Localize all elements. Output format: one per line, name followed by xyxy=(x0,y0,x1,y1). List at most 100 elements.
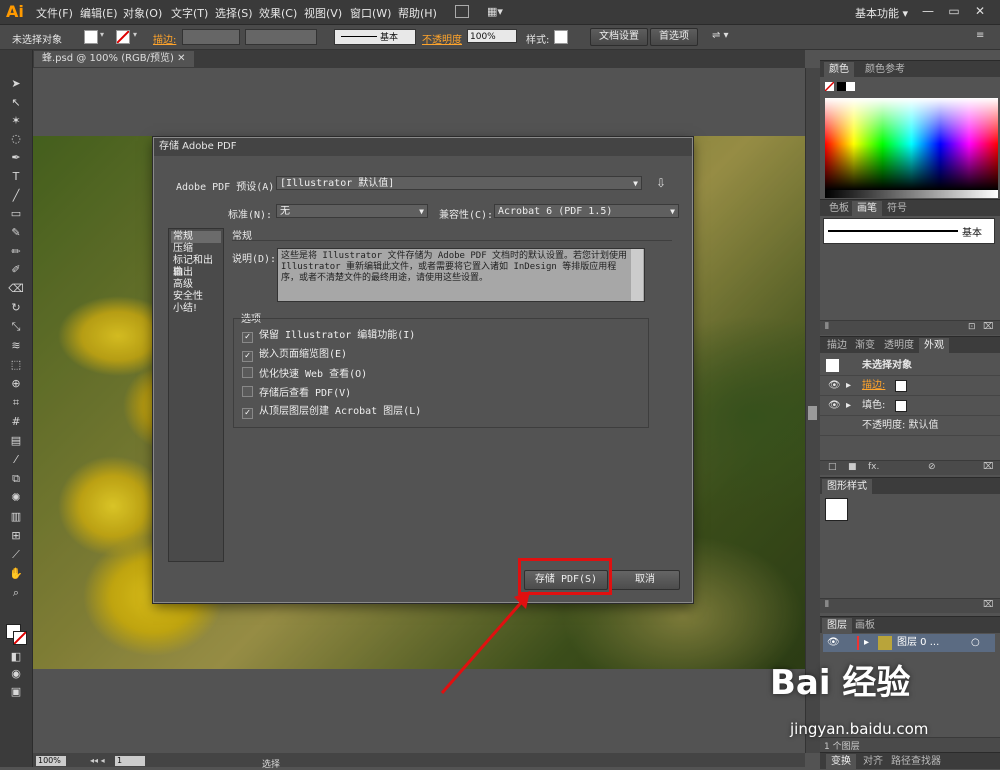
option-preserve-editing[interactable]: ✓ 保留 Illustrator 编辑功能(I) xyxy=(242,329,415,343)
menu-edit[interactable]: 编辑(E) xyxy=(80,5,118,21)
panel-menu-icon[interactable]: ≡ xyxy=(976,30,984,41)
arrange-icon[interactable]: ⇌ ▾ xyxy=(712,30,729,41)
none-swatch-icon[interactable] xyxy=(825,82,834,91)
hand-icon[interactable]: ✋ xyxy=(8,567,24,581)
document-tab[interactable]: 蜂.psd @ 100% (RGB/预览) ✕ xyxy=(34,51,194,67)
screen-mode-icon[interactable]: ▣ xyxy=(8,685,24,699)
symbol-sprayer-icon[interactable]: ✺ xyxy=(8,491,24,505)
blend-icon[interactable]: ⧉ xyxy=(8,472,24,486)
selection-tool-icon[interactable]: ➤ xyxy=(8,77,24,91)
eye-icon[interactable]: 👁 xyxy=(828,396,841,415)
description-scrollbar[interactable] xyxy=(631,249,643,301)
rectangle-tool-icon[interactable]: ▭ xyxy=(8,207,24,221)
fill-row-label[interactable]: 填色: xyxy=(862,396,885,415)
tab-color-guide[interactable]: 颜色参考 xyxy=(860,62,910,77)
color-spectrum[interactable] xyxy=(825,98,998,190)
nav-output[interactable]: 输出 xyxy=(171,267,221,279)
opacity-field[interactable]: 100% xyxy=(467,29,517,43)
preferences-button[interactable]: 首选项 xyxy=(650,28,698,46)
menu-object[interactable]: 对象(O) xyxy=(123,5,162,21)
chevron-right-icon[interactable]: ▸ xyxy=(864,634,869,652)
nav-security[interactable]: 安全性 xyxy=(171,291,221,303)
option-view-after-save[interactable]: 存储后查看 PDF(V) xyxy=(242,386,351,400)
restore-icon[interactable]: ▭ xyxy=(942,2,966,20)
nav-marks-bleeds[interactable]: 标记和出血 xyxy=(171,255,221,278)
close-icon[interactable]: ✕ xyxy=(968,2,992,20)
artboard-number-field[interactable]: 1 xyxy=(115,756,145,766)
perspective-grid-icon[interactable]: ⌗ xyxy=(8,396,24,410)
line-tool-icon[interactable]: ╱ xyxy=(8,189,24,203)
appearance-stroke-row[interactable]: 👁 ▸ 描边: xyxy=(820,376,1000,396)
add-stroke-icon[interactable]: □ xyxy=(828,462,837,472)
tab-gradient[interactable]: 渐变 xyxy=(850,338,880,353)
zoom-field[interactable]: 100% xyxy=(36,756,66,766)
black-swatch[interactable] xyxy=(837,82,846,91)
tab-graphic-styles[interactable]: 图形样式 xyxy=(822,479,872,494)
fill-swatch[interactable] xyxy=(895,400,907,412)
brush-item[interactable]: 基本 xyxy=(823,218,995,244)
checkbox-checked[interactable]: ✓ xyxy=(242,332,253,343)
fill-swatch[interactable] xyxy=(84,30,98,44)
shape-builder-icon[interactable]: ⊕ xyxy=(8,377,24,391)
opacity-label[interactable]: 不透明度 xyxy=(422,31,462,46)
slice-icon[interactable]: ⟋ xyxy=(8,548,24,562)
rotate-icon[interactable]: ↻ xyxy=(8,301,24,315)
default-style-swatch[interactable] xyxy=(825,498,848,521)
tab-artboards[interactable]: 画板 xyxy=(850,618,880,633)
menu-window[interactable]: 窗口(W) xyxy=(350,5,391,21)
direct-selection-icon[interactable]: ↖ xyxy=(8,96,24,110)
menu-type[interactable]: 文字(T) xyxy=(171,5,208,21)
stroke-weight-field[interactable] xyxy=(182,29,240,45)
stroke-label[interactable]: 描边: xyxy=(153,31,176,46)
magic-wand-icon[interactable]: ✶ xyxy=(8,114,24,128)
white-swatch[interactable] xyxy=(846,82,855,91)
menu-file[interactable]: 文件(F) xyxy=(36,5,73,21)
graphic-style-swatch[interactable] xyxy=(554,30,568,44)
preset-select[interactable]: [Illustrator 默认值] ▼ xyxy=(276,176,642,190)
scroll-thumb[interactable] xyxy=(808,406,817,420)
add-fill-icon[interactable]: ■ xyxy=(848,462,857,472)
bridge-icon[interactable] xyxy=(455,5,469,18)
trash-icon[interactable]: ⌧ xyxy=(983,462,993,472)
minimize-icon[interactable]: — xyxy=(916,2,940,20)
appearance-opacity-row[interactable]: 不透明度: 默认值 xyxy=(820,416,1000,436)
nav-general[interactable]: 常规 xyxy=(171,231,221,243)
nav-summary[interactable]: 小结! xyxy=(171,303,221,315)
save-preset-icon[interactable]: ⇩ xyxy=(656,176,666,190)
pencil-icon[interactable]: ✏ xyxy=(8,245,24,259)
trash-icon[interactable]: ⌧ xyxy=(983,322,993,332)
checkbox-unchecked[interactable] xyxy=(242,367,253,378)
menu-help[interactable]: 帮助(H) xyxy=(398,5,437,21)
option-embed-thumbnails[interactable]: ✓ 嵌入页面缩览图(E) xyxy=(242,348,347,362)
layer-row[interactable]: 👁 ▸ 图层 0 ... ○ xyxy=(823,634,995,652)
checkbox-unchecked[interactable] xyxy=(242,386,253,397)
menu-view[interactable]: 视图(V) xyxy=(304,5,342,21)
eye-icon[interactable]: 👁 xyxy=(828,376,841,395)
standard-select[interactable]: 无 ▼ xyxy=(276,204,428,218)
target-icon[interactable]: ○ xyxy=(971,634,980,652)
chevron-down-icon[interactable]: ▾ xyxy=(133,30,137,39)
column-graph-icon[interactable]: ▥ xyxy=(8,510,24,524)
opacity-row-label[interactable]: 不透明度: 默认值 xyxy=(862,416,939,435)
variable-width-select[interactable] xyxy=(245,29,317,45)
type-tool-icon[interactable]: T xyxy=(8,170,24,184)
chevron-right-icon[interactable]: ▸ xyxy=(846,396,851,415)
nav-compression[interactable]: 压缩 xyxy=(171,243,221,255)
stroke-row-label[interactable]: 描边: xyxy=(862,376,885,395)
appearance-fill-row[interactable]: 👁 ▸ 填色: xyxy=(820,396,1000,416)
stroke-none-icon[interactable] xyxy=(895,380,907,392)
trash-icon[interactable]: ⌧ xyxy=(983,600,993,610)
option-acrobat-layers[interactable]: ✓ 从顶层图层创建 Acrobat 图层(L) xyxy=(242,405,421,419)
warp-icon[interactable]: ≋ xyxy=(8,339,24,353)
clear-appearance-icon[interactable]: ⊘ xyxy=(928,462,936,472)
arrange-docs-icon[interactable]: ▦▾ xyxy=(487,5,503,18)
tab-transparency[interactable]: 透明度 xyxy=(879,338,919,353)
drawing-mode-icon[interactable]: ◉ xyxy=(8,667,24,681)
description-text[interactable]: 这些是将 Illustrator 文件存储为 Adobe PDF 文档时的默认设… xyxy=(277,248,645,302)
mesh-icon[interactable]: # xyxy=(8,415,24,429)
tab-color[interactable]: 颜色 xyxy=(824,62,854,77)
vertical-scrollbar[interactable] xyxy=(805,68,820,753)
style-library-icon[interactable]: ⫴ xyxy=(825,600,829,610)
eyedropper-icon[interactable]: ⁄ xyxy=(8,453,24,467)
close-icon[interactable]: ✕ xyxy=(177,53,185,64)
